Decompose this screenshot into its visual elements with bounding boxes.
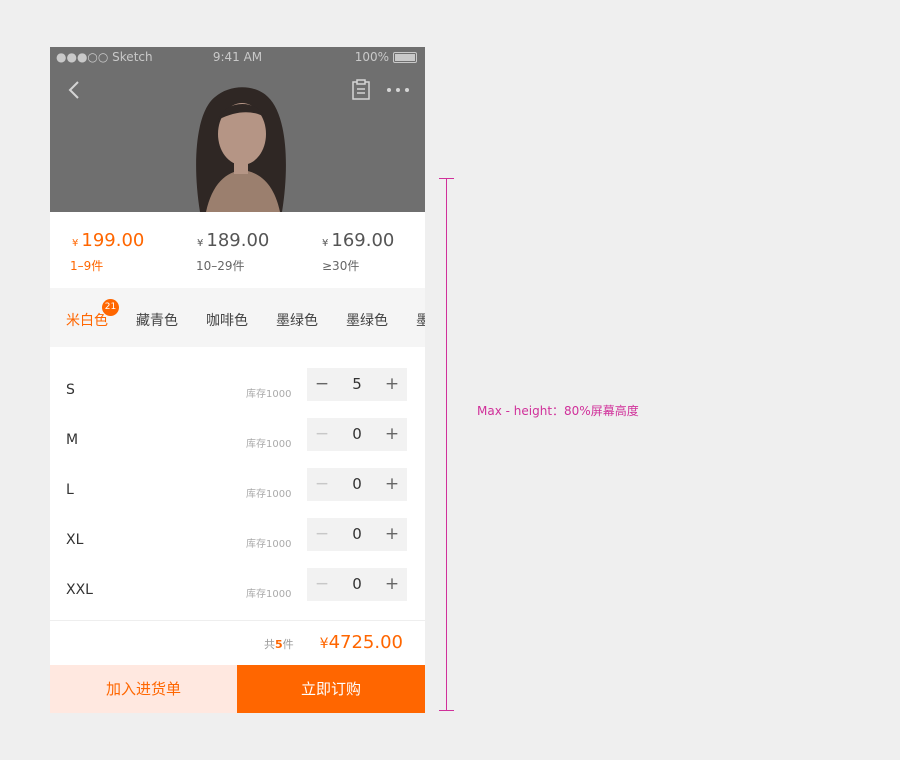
color-tab-selected[interactable]: 米白色 bbox=[66, 310, 108, 330]
currency-symbol: ¥ bbox=[322, 238, 329, 249]
stock-text: 库存1000 bbox=[246, 539, 292, 550]
plus-button[interactable]: + bbox=[377, 368, 407, 401]
plus-button[interactable]: + bbox=[377, 468, 407, 501]
divider bbox=[50, 620, 425, 621]
add-to-cart-button[interactable]: 加入进货单 bbox=[50, 665, 237, 713]
quantity-stepper: − 0 + bbox=[307, 418, 407, 451]
quantity-value[interactable]: 0 bbox=[337, 468, 377, 501]
height-annotation-label: Max - height：80%屏幕高度 bbox=[477, 404, 639, 418]
quantity-stepper: − 0 + bbox=[307, 468, 407, 501]
more-dots-icon[interactable] bbox=[385, 79, 411, 101]
product-header: ●●●○○ Sketch 9:41 AM 100% bbox=[50, 47, 425, 212]
battery-indicator: 100% bbox=[355, 50, 417, 64]
battery-icon bbox=[393, 51, 417, 63]
size-label: XXL bbox=[66, 582, 93, 598]
chevron-left-icon[interactable] bbox=[64, 79, 86, 101]
battery-level: 100% bbox=[354, 50, 389, 64]
tier-range: 10–29件 bbox=[196, 259, 245, 273]
color-tab[interactable]: 墨绿色 bbox=[346, 310, 388, 330]
color-tab[interactable]: 藏青色 bbox=[136, 310, 178, 330]
quantity-value[interactable]: 0 bbox=[337, 518, 377, 551]
phone-screen: ●●●○○ Sketch 9:41 AM 100% ¥199.00 1–9件 ¥… bbox=[50, 47, 425, 713]
buy-now-button[interactable]: 立即订购 bbox=[237, 665, 425, 713]
color-tabs: 米白色 藏青色 咖啡色 墨绿色 墨绿色 墨 bbox=[50, 288, 425, 347]
order-total: 共5件 ¥4725.00 bbox=[264, 632, 403, 653]
price-tier: ¥169.00 ≥30件 bbox=[300, 212, 425, 288]
color-tab[interactable]: 咖啡色 bbox=[206, 310, 248, 330]
stock-text: 库存1000 bbox=[246, 489, 292, 500]
quantity-value[interactable]: 0 bbox=[337, 418, 377, 451]
size-label: L bbox=[66, 482, 74, 498]
plus-button[interactable]: + bbox=[377, 568, 407, 601]
size-label: XL bbox=[66, 532, 84, 548]
tier-range: ≥30件 bbox=[322, 259, 360, 273]
currency-symbol: ¥ bbox=[72, 238, 79, 249]
size-row: S 库存1000 − 5 + bbox=[50, 366, 425, 416]
minus-button[interactable]: − bbox=[307, 518, 337, 551]
clipboard-icon[interactable] bbox=[350, 79, 372, 101]
minus-button[interactable]: − bbox=[307, 568, 337, 601]
minus-button[interactable]: − bbox=[307, 418, 337, 451]
size-row: XL 库存1000 − 0 + bbox=[50, 516, 425, 566]
quantity-stepper: − 0 + bbox=[307, 518, 407, 551]
price-tiers: ¥199.00 1–9件 ¥189.00 10–29件 ¥169.00 ≥30件 bbox=[50, 212, 425, 288]
color-tab[interactable]: 墨绿色 bbox=[276, 310, 318, 330]
annotation-top-cap bbox=[439, 178, 454, 179]
selected-count-badge: 21 bbox=[102, 299, 119, 316]
total-price: ¥4725.00 bbox=[319, 632, 403, 653]
item-count-number: 5 bbox=[274, 638, 283, 651]
quantity-value[interactable]: 0 bbox=[337, 568, 377, 601]
plus-button[interactable]: + bbox=[377, 418, 407, 451]
height-annotation-line bbox=[446, 178, 447, 711]
quantity-stepper: − 0 + bbox=[307, 568, 407, 601]
status-bar: ●●●○○ Sketch 9:41 AM 100% bbox=[50, 47, 425, 67]
stock-text: 库存1000 bbox=[246, 589, 292, 600]
quantity-stepper: − 5 + bbox=[307, 368, 407, 401]
tier-price: 189.00 bbox=[206, 230, 270, 251]
plus-button[interactable]: + bbox=[377, 518, 407, 551]
size-row: M 库存1000 − 0 + bbox=[50, 416, 425, 466]
price-tier: ¥199.00 1–9件 bbox=[50, 212, 175, 288]
size-label: S bbox=[66, 382, 75, 398]
stock-text: 库存1000 bbox=[246, 439, 292, 450]
price-tier: ¥189.00 10–29件 bbox=[175, 212, 300, 288]
color-tab[interactable]: 墨 bbox=[416, 310, 425, 330]
size-row: XXL 库存1000 − 0 + bbox=[50, 566, 425, 616]
minus-button[interactable]: − bbox=[307, 468, 337, 501]
tier-price: 199.00 bbox=[81, 230, 145, 251]
product-model-image bbox=[196, 87, 286, 212]
minus-button[interactable]: − bbox=[307, 368, 337, 401]
size-label: M bbox=[66, 432, 79, 448]
tier-price: 169.00 bbox=[331, 230, 395, 251]
annotation-bottom-cap bbox=[439, 710, 454, 711]
tier-range: 1–9件 bbox=[70, 259, 104, 273]
size-row: L 库存1000 − 0 + bbox=[50, 466, 425, 516]
currency-symbol: ¥ bbox=[197, 238, 204, 249]
stock-text: 库存1000 bbox=[246, 389, 292, 400]
item-count: 共5件 bbox=[263, 638, 294, 651]
quantity-value[interactable]: 5 bbox=[337, 368, 377, 401]
